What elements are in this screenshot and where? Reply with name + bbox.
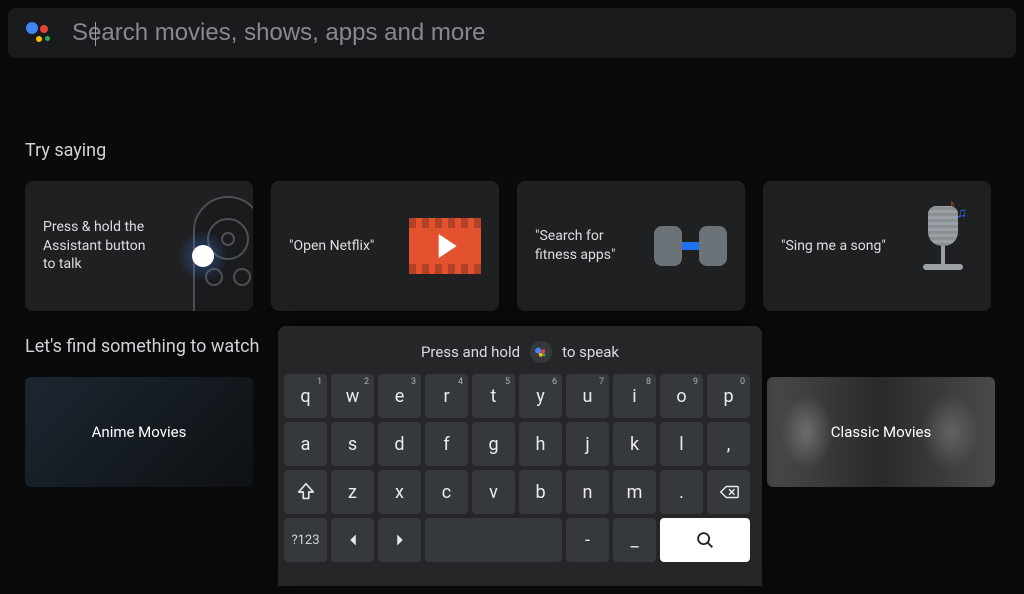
key-backspace-icon[interactable] bbox=[707, 470, 750, 514]
key-punct[interactable]: , bbox=[707, 422, 750, 466]
search-input[interactable] bbox=[72, 19, 998, 47]
try-card-label: "Search for fitness apps" bbox=[535, 227, 640, 265]
key-s[interactable]: s bbox=[331, 422, 374, 466]
try-card-label: Press & hold the Assistant button to tal… bbox=[43, 218, 148, 275]
key-t[interactable]: t5 bbox=[472, 374, 515, 418]
key-a[interactable]: a bbox=[284, 422, 327, 466]
hint-left: Press and hold bbox=[421, 343, 520, 361]
key-x[interactable]: x bbox=[378, 470, 421, 514]
key-n[interactable]: n bbox=[566, 470, 609, 514]
key-e[interactable]: e3 bbox=[378, 374, 421, 418]
key-c[interactable]: c bbox=[425, 470, 468, 514]
key-symbols[interactable]: ?123 bbox=[284, 518, 327, 562]
key-d[interactable]: d bbox=[378, 422, 421, 466]
key-q[interactable]: q1 bbox=[284, 374, 327, 418]
tile-label: Classic Movies bbox=[831, 423, 931, 441]
key-v[interactable]: v bbox=[472, 470, 515, 514]
key-u[interactable]: u7 bbox=[566, 374, 609, 418]
assistant-button-glow bbox=[173, 226, 233, 286]
key-shift-icon[interactable] bbox=[284, 470, 327, 514]
key-p[interactable]: p0 bbox=[707, 374, 750, 418]
tile-label: Anime Movies bbox=[92, 423, 187, 441]
key-f[interactable]: f bbox=[425, 422, 468, 466]
key-o[interactable]: o9 bbox=[660, 374, 703, 418]
try-card-open-netflix[interactable]: "Open Netflix" bbox=[271, 181, 499, 311]
try-card-fitness-apps[interactable]: "Search for fitness apps" bbox=[517, 181, 745, 311]
try-card-label: "Open Netflix" bbox=[289, 237, 374, 256]
text-cursor bbox=[95, 22, 96, 46]
category-tile-classic[interactable]: Classic Movies bbox=[767, 377, 995, 487]
key-w[interactable]: w2 bbox=[331, 374, 374, 418]
try-card-assistant-hold[interactable]: Press & hold the Assistant button to tal… bbox=[25, 181, 253, 311]
key-l[interactable]: l bbox=[660, 422, 703, 466]
microphone-icon: ♪ ♫ bbox=[913, 206, 973, 286]
try-card-sing-song[interactable]: "Sing me a song" ♪ ♫ bbox=[763, 181, 991, 311]
key-punct[interactable]: - bbox=[566, 518, 609, 562]
key-left-arrow-icon[interactable] bbox=[331, 518, 374, 562]
key-h[interactable]: h bbox=[519, 422, 562, 466]
key-right-arrow-icon[interactable] bbox=[378, 518, 421, 562]
key-punct[interactable]: _ bbox=[613, 518, 656, 562]
category-tile-anime[interactable]: Anime Movies bbox=[25, 377, 253, 487]
try-saying-row: Press & hold the Assistant button to tal… bbox=[25, 181, 1000, 311]
keyboard-voice-hint: Press and hold to speak bbox=[284, 336, 756, 368]
onscreen-keyboard[interactable]: Press and hold to speak q1w2e3r4t5y6u7i8… bbox=[278, 326, 762, 586]
key-y[interactable]: y6 bbox=[519, 374, 562, 418]
try-card-label: "Sing me a song" bbox=[781, 237, 886, 256]
dumbbell-icon bbox=[654, 226, 727, 266]
key-g[interactable]: g bbox=[472, 422, 515, 466]
try-saying-heading: Try saying bbox=[25, 140, 1000, 161]
assistant-icon bbox=[530, 341, 552, 363]
key-k[interactable]: k bbox=[613, 422, 656, 466]
key-i[interactable]: i8 bbox=[613, 374, 656, 418]
hint-right: to speak bbox=[562, 343, 619, 361]
search-bar[interactable] bbox=[8, 8, 1016, 58]
key-search[interactable] bbox=[660, 518, 750, 562]
key-space[interactable] bbox=[425, 518, 562, 562]
film-play-icon bbox=[409, 218, 481, 274]
assistant-icon bbox=[26, 20, 52, 46]
key-m[interactable]: m bbox=[613, 470, 656, 514]
key-punct[interactable]: . bbox=[660, 470, 703, 514]
key-b[interactable]: b bbox=[519, 470, 562, 514]
key-z[interactable]: z bbox=[331, 470, 374, 514]
key-r[interactable]: r4 bbox=[425, 374, 468, 418]
key-j[interactable]: j bbox=[566, 422, 609, 466]
